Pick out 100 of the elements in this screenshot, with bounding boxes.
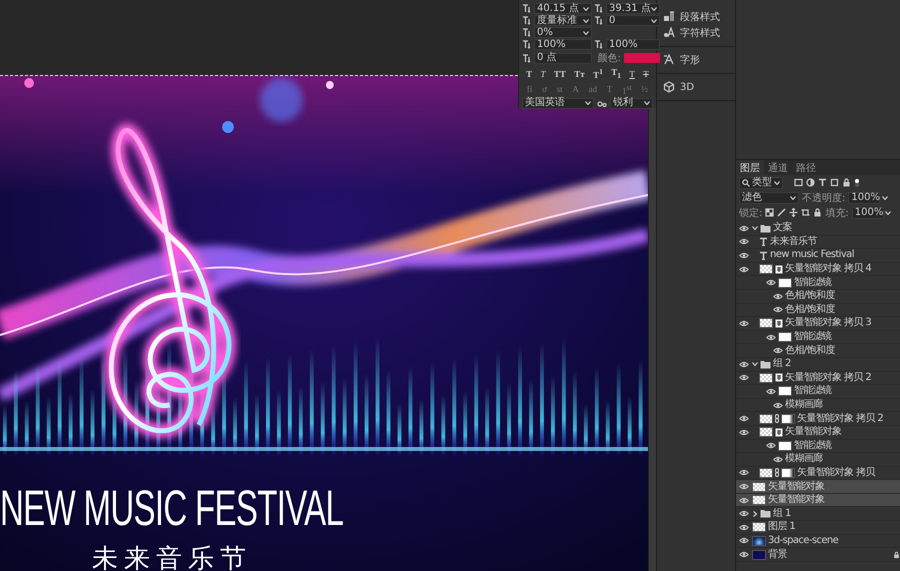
eye-icon[interactable] xyxy=(738,320,748,327)
eye-icon[interactable] xyxy=(773,306,783,314)
filter-thumbnail xyxy=(778,332,792,342)
panel-tab[interactable]: 通道 xyxy=(764,160,792,175)
layer-name: 矢量智能对象 拷贝 3 xyxy=(785,318,872,328)
panel-item[interactable]: 段落样式 xyxy=(661,10,731,24)
color-label: 颜色: xyxy=(597,52,621,65)
artboard-icon[interactable] xyxy=(801,208,810,217)
horizontal-scale-field[interactable]: 100% xyxy=(606,39,660,50)
smart-object-icon xyxy=(775,373,783,382)
brush-icon[interactable] xyxy=(777,208,786,217)
layer-row[interactable]: 组 1 xyxy=(736,507,900,522)
eye-icon[interactable] xyxy=(766,442,776,450)
eye-icon[interactable] xyxy=(738,415,748,422)
tsume-dropdown[interactable]: 0% xyxy=(534,27,592,38)
layer-row[interactable]: 文案 xyxy=(736,222,900,236)
layer-row[interactable]: 矢量智能对象 拷贝 4 xyxy=(736,262,900,276)
layer-row[interactable]: 模糊画廊 xyxy=(736,398,900,412)
toggle-switch-icon[interactable] xyxy=(854,178,860,188)
eye-icon[interactable] xyxy=(738,496,748,504)
layer-row[interactable]: 图层 1 xyxy=(736,521,900,535)
lock-pixels-icon[interactable] xyxy=(765,208,774,217)
eye-icon[interactable] xyxy=(738,360,748,368)
layer-row[interactable]: new music Festival xyxy=(736,249,900,263)
layer-row[interactable]: 色相/饱和度 xyxy=(736,290,900,304)
layer-row[interactable]: 背景 xyxy=(736,548,900,562)
layer-row[interactable]: 未来音乐节 xyxy=(736,236,900,250)
layer-row[interactable]: 色相/饱和度 xyxy=(736,344,900,358)
eye-icon[interactable] xyxy=(738,510,748,518)
layer-row[interactable]: 矢量智能对象 拷贝 3 xyxy=(736,317,900,331)
color-swatch[interactable] xyxy=(624,53,660,63)
eye-icon[interactable] xyxy=(738,266,748,273)
blend-mode-dropdown[interactable]: 滤色 xyxy=(739,192,799,204)
eye-icon[interactable] xyxy=(738,469,748,476)
lock-icon[interactable] xyxy=(813,208,822,217)
lock-filter-icon[interactable] xyxy=(842,178,851,187)
panel-tab[interactable]: 路径 xyxy=(792,160,820,175)
text-style-button[interactable]: T$_{1}$ xyxy=(610,67,622,81)
panel-tab[interactable]: 图层 xyxy=(736,160,764,175)
layer-row[interactable]: 矢量智能对象 拷贝 2 xyxy=(736,372,900,386)
antialias-dropdown[interactable]: 锐利 xyxy=(610,98,653,109)
layer-row[interactable]: 色相/饱和度 xyxy=(736,304,900,318)
eye-icon[interactable] xyxy=(738,524,748,531)
eye-icon[interactable] xyxy=(738,252,748,259)
shape-filter-icon[interactable] xyxy=(830,178,839,187)
chevron-down-icon[interactable] xyxy=(752,361,758,368)
panel-item[interactable]: 3D xyxy=(661,80,731,94)
text-style-button[interactable]: T xyxy=(540,67,547,81)
type-filter-icon[interactable] xyxy=(818,178,827,187)
layer-row[interactable]: 智能滤镜 xyxy=(736,330,900,344)
layer-row[interactable]: 智能滤镜 xyxy=(736,276,900,290)
eye-icon[interactable] xyxy=(773,456,783,463)
image-filter-icon[interactable] xyxy=(794,178,803,187)
layer-row[interactable]: 智能滤镜 xyxy=(736,440,900,454)
eye-icon[interactable] xyxy=(738,483,748,490)
panel-item[interactable]: 字符样式 xyxy=(661,26,731,40)
chevron-down-icon[interactable] xyxy=(752,225,758,232)
layer-name: 智能滤镜 xyxy=(794,440,832,451)
layer-row[interactable]: 矢量智能对象 拷贝 2 xyxy=(736,412,900,426)
eye-icon[interactable] xyxy=(773,347,783,354)
leading-field[interactable]: 39.31 点 xyxy=(606,3,660,14)
layer-row[interactable]: 组 2 xyxy=(736,358,900,372)
text-style-button[interactable]: TT xyxy=(552,67,567,81)
font-size-field[interactable]: 40.15 点 xyxy=(534,3,592,14)
text-style-button[interactable]: T xyxy=(628,67,636,81)
layer-name: 未来音乐节 xyxy=(770,236,818,247)
vertical-scale-field[interactable]: 100% xyxy=(534,39,592,50)
layer-name: 色相/饱和度 xyxy=(785,291,835,302)
eye-icon[interactable] xyxy=(766,279,776,286)
eye-icon[interactable] xyxy=(766,334,776,341)
eye-icon[interactable] xyxy=(738,374,748,382)
text-style-button[interactable]: Tᴛ xyxy=(573,67,586,81)
layer-row[interactable]: 模糊画廊 xyxy=(736,453,900,467)
tracking-dropdown[interactable]: 0 xyxy=(606,15,660,26)
eye-icon[interactable] xyxy=(766,388,776,395)
eye-icon[interactable] xyxy=(773,292,783,300)
adjustment-filter-icon[interactable] xyxy=(806,178,815,187)
language-dropdown[interactable]: 美国英语 xyxy=(522,98,594,109)
eye-icon[interactable] xyxy=(738,428,748,436)
chevron-right-icon[interactable] xyxy=(752,510,758,517)
eye-icon[interactable] xyxy=(738,224,748,232)
move-icon[interactable] xyxy=(789,208,798,217)
layer-row[interactable]: 3d-space-scene xyxy=(736,534,900,548)
text-style-button[interactable]: T xyxy=(525,67,534,81)
eye-icon[interactable] xyxy=(773,402,783,409)
eye-icon[interactable] xyxy=(738,551,748,558)
eye-icon[interactable] xyxy=(738,238,748,246)
layer-row[interactable]: 矢量智能对象 xyxy=(736,426,900,440)
kerning-dropdown[interactable]: 度量标准 xyxy=(534,15,592,26)
text-style-button[interactable]: T xyxy=(642,67,650,81)
baseline-shift-field[interactable]: 0 点 xyxy=(534,52,592,64)
layer-name: 色相/饱和度 xyxy=(785,304,835,315)
panel-item[interactable]: 字形 xyxy=(661,53,731,67)
eye-icon[interactable] xyxy=(738,537,748,544)
layer-row[interactable]: 矢量智能对象 xyxy=(736,480,900,494)
layer-row[interactable]: 矢量智能对象 xyxy=(736,494,900,508)
text-style-button[interactable]: T$^{1}$ xyxy=(592,67,604,81)
layer-row[interactable]: 智能滤镜 xyxy=(736,385,900,399)
filter-kind-dropdown[interactable]: 类型 xyxy=(739,176,783,188)
search-icon xyxy=(742,178,750,186)
